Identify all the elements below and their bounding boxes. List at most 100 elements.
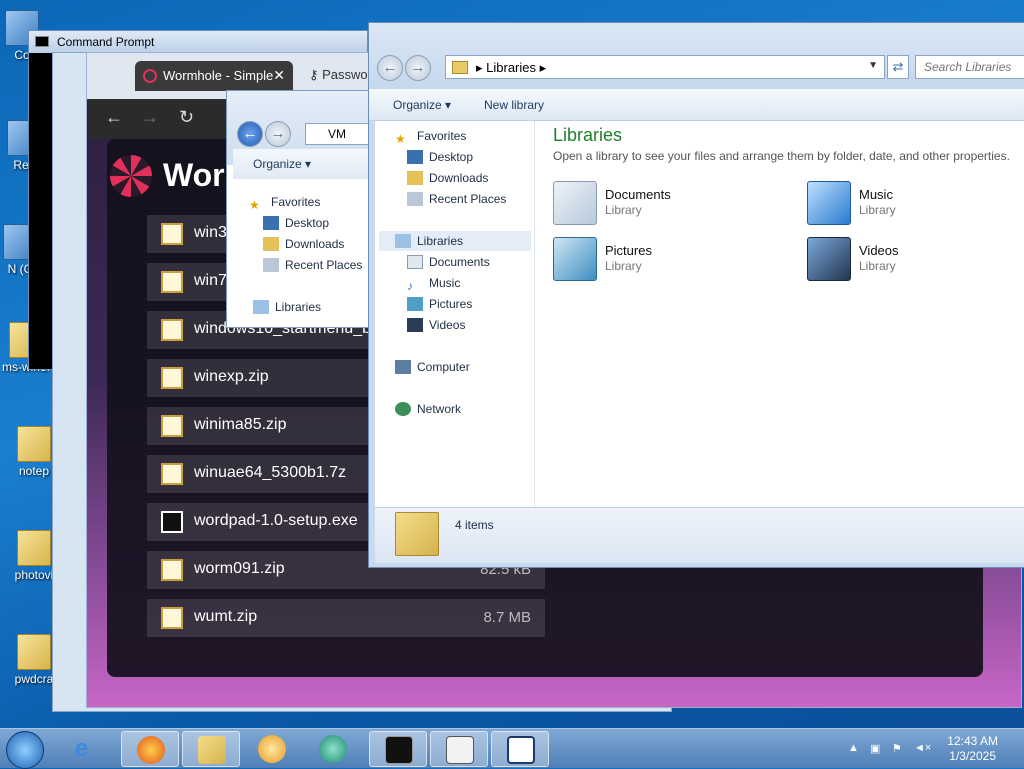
small-explorer-window[interactable]: ← → VM Organize ▾ ★ Favorites Desktop Dow…: [226, 90, 373, 328]
forward-icon[interactable]: →: [141, 107, 159, 128]
library-music[interactable]: Music Library: [807, 179, 1024, 229]
system-tray: ▲ ▣ ⚑ ◄× 12:43 AM 1/3/2025: [834, 729, 1024, 769]
clock-date: 1/3/2025: [949, 749, 996, 763]
explorer-titlebar[interactable]: ← → ▸ Libraries ▸ ▼ ⇄: [369, 23, 1024, 89]
downloads-icon: [263, 237, 279, 251]
zip-file-icon: [161, 463, 183, 485]
folder-icon: [17, 530, 51, 566]
small-explorer-address-bar[interactable]: VM: [305, 123, 373, 145]
nav-favorites[interactable]: ★ Favorites: [395, 129, 466, 146]
command-prompt-title: Command Prompt: [57, 35, 155, 49]
address-path: ▸ Libraries ▸: [476, 60, 547, 75]
nav-label: Downloads: [285, 237, 345, 251]
nav-label: Desktop: [429, 150, 474, 164]
internet-explorer-icon: e: [75, 735, 89, 762]
library-name: Music: [859, 187, 893, 202]
downloads-icon: [407, 171, 423, 185]
documents-icon: [407, 255, 423, 269]
network-status-icon[interactable]: ▣: [870, 742, 884, 756]
new-library-button[interactable]: New library: [484, 98, 544, 112]
library-name: Documents: [605, 187, 671, 202]
nav-label: Pictures: [429, 297, 473, 311]
nav-network[interactable]: Network: [395, 402, 461, 416]
libraries-icon: [395, 234, 411, 248]
taskbar-media-player[interactable]: [243, 731, 301, 767]
nav-computer[interactable]: Computer: [395, 360, 470, 374]
nav-downloads[interactable]: Downloads: [263, 237, 344, 251]
nav-libraries[interactable]: Libraries: [253, 300, 321, 314]
nav-music[interactable]: ♪ Music: [407, 276, 460, 293]
taskbar-firefox[interactable]: [121, 731, 179, 767]
taskbar-window[interactable]: [491, 731, 549, 767]
library-documents[interactable]: Documents Library: [553, 179, 773, 229]
nav-label: Network: [417, 402, 462, 416]
videos-icon: [407, 318, 423, 332]
nav-downloads[interactable]: Downloads: [407, 171, 488, 185]
nav-recent-places[interactable]: Recent Places: [407, 192, 506, 206]
nav-label: Computer: [417, 360, 470, 374]
taskbar-app-window[interactable]: [430, 731, 488, 767]
folder-icon: [198, 736, 226, 764]
forward-icon[interactable]: →: [265, 121, 291, 147]
library-type: Library: [605, 203, 642, 217]
file-name: winexp.zip: [194, 368, 269, 385]
back-icon[interactable]: ←: [105, 107, 123, 128]
nav-recent-places[interactable]: Recent Places: [263, 258, 362, 272]
volume-muted-icon[interactable]: ◄×: [914, 742, 931, 756]
forward-icon[interactable]: →: [405, 55, 431, 81]
chevron-down-icon[interactable]: ▼: [868, 60, 878, 71]
address-bar[interactable]: ▸ Libraries ▸ ▼: [445, 55, 885, 79]
organize-button[interactable]: Organize ▾: [393, 98, 451, 112]
reload-icon[interactable]: ↻: [179, 107, 194, 128]
recent-places-icon: [263, 258, 279, 272]
nav-label: Videos: [429, 318, 466, 332]
file-name: winuae64_5300b1.7z: [194, 464, 347, 481]
library-pictures[interactable]: Pictures Library: [553, 235, 773, 285]
nav-desktop[interactable]: Desktop: [407, 150, 473, 164]
libraries-folder-icon: [452, 61, 468, 74]
command-prompt-titlebar[interactable]: Command Prompt: [29, 31, 367, 53]
back-icon[interactable]: ←: [377, 55, 403, 81]
back-icon[interactable]: ←: [237, 121, 263, 147]
chevron-up-icon[interactable]: ▲: [848, 742, 862, 756]
flag-icon[interactable]: ⚑: [892, 742, 906, 756]
file-row[interactable]: wumt.zip 8.7 MB: [147, 599, 545, 637]
search-input[interactable]: [916, 56, 1024, 78]
pictures-icon: [407, 297, 423, 311]
nav-videos[interactable]: Videos: [407, 318, 465, 332]
nav-documents[interactable]: Documents: [407, 255, 490, 269]
small-explorer-organize-bar: Organize ▾: [233, 149, 371, 179]
search-box[interactable]: [915, 55, 1024, 79]
library-type: Library: [605, 259, 642, 273]
tab-wormhole[interactable]: Wormhole - Simple ✕: [135, 61, 293, 91]
library-videos[interactable]: Videos Library: [807, 235, 1024, 285]
close-tab-icon[interactable]: ✕: [273, 67, 285, 84]
organize-button[interactable]: Organize ▾: [253, 157, 311, 171]
nav-desktop[interactable]: Desktop: [263, 216, 329, 230]
library-type: Library: [859, 259, 896, 273]
documents-library-icon: [553, 181, 597, 225]
refresh-icon[interactable]: ⇄: [887, 55, 909, 79]
taskbar-internet-explorer[interactable]: e: [60, 731, 118, 767]
taskbar-explorer[interactable]: [182, 731, 240, 767]
taskbar-command-prompt[interactable]: [369, 731, 427, 767]
star-icon: ★: [249, 198, 260, 212]
start-button[interactable]: [6, 731, 44, 769]
nav-libraries[interactable]: Libraries: [379, 231, 531, 251]
nav-label: Downloads: [429, 171, 489, 185]
tab-password[interactable]: ⚷ Passwo: [309, 67, 368, 83]
file-name: worm091.zip: [194, 560, 285, 577]
clock-time: 12:43 AM: [947, 734, 998, 748]
details-pane: 4 items: [375, 507, 1024, 563]
nav-pictures[interactable]: Pictures: [407, 297, 472, 311]
key-icon: ⚷: [309, 67, 323, 82]
libraries-explorer-window[interactable]: ← → ▸ Libraries ▸ ▼ ⇄ Organize ▾ New lib…: [368, 22, 1024, 568]
clock[interactable]: 12:43 AM 1/3/2025: [947, 734, 998, 764]
zip-file-icon: [161, 271, 183, 293]
nav-favorites[interactable]: ★ Favorites: [249, 195, 320, 212]
library-type: Library: [859, 203, 896, 217]
library-name: Pictures: [605, 243, 652, 258]
file-name: win7: [194, 272, 227, 289]
cmd-icon: [35, 36, 49, 47]
taskbar-chat-app[interactable]: [304, 731, 362, 767]
